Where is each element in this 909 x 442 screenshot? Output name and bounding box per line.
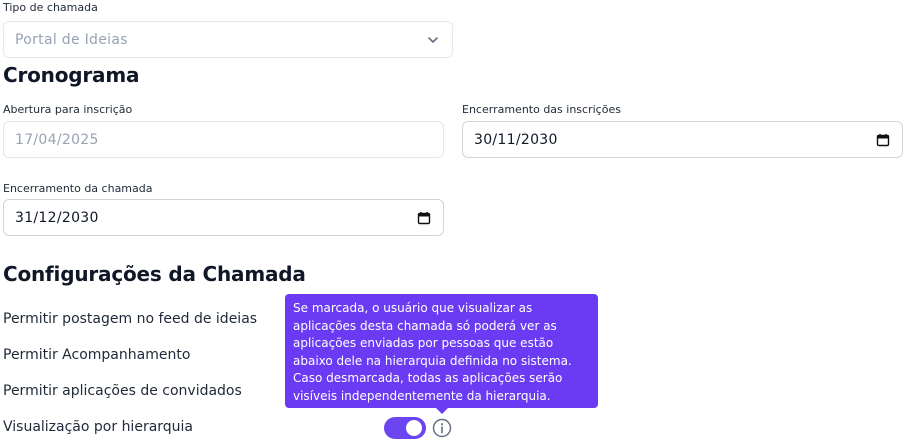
tipo-chamada-select[interactable]: Portal de Ideias (3, 21, 453, 58)
abertura-date-input[interactable]: 17/04/2025 (3, 121, 444, 158)
info-icon[interactable] (432, 418, 452, 438)
encerramento-inscricoes-label: Encerramento das inscrições (462, 103, 621, 116)
setting-feed-ideias-label: Permitir postagem no feed de ideias (3, 311, 258, 327)
setting-acompanhamento-label: Permitir Acompanhamento (3, 347, 191, 363)
encerramento-chamada-label: Encerramento da chamada (3, 182, 153, 195)
configuracoes-title: Configurações da Chamada (3, 262, 306, 286)
tooltip-text: Se marcada, o usuário que visualizar as … (293, 301, 572, 403)
encerramento-chamada-date-input[interactable]: 31/12/2030 (3, 199, 444, 236)
setting-hierarquia-label: Visualização por hierarquia (3, 419, 194, 435)
chevron-down-icon (425, 32, 441, 48)
encerramento-inscricoes-value: 30/11/2030 (474, 131, 558, 148)
hierarquia-tooltip: Se marcada, o usuário que visualizar as … (285, 294, 598, 414)
encerramento-chamada-value: 31/12/2030 (15, 209, 99, 226)
hierarquia-toggle[interactable] (384, 417, 426, 439)
tipo-chamada-value: Portal de Ideias (15, 31, 128, 48)
tipo-chamada-label: Tipo de chamada (3, 1, 98, 14)
encerramento-inscricoes-date-input[interactable]: 30/11/2030 (462, 121, 903, 158)
tooltip-arrow (436, 408, 448, 414)
cronograma-title: Cronograma (3, 63, 140, 87)
abertura-label: Abertura para inscrição (3, 103, 133, 116)
calendar-icon[interactable] (416, 210, 432, 226)
setting-convidados-label: Permitir aplicações de convidados (3, 383, 242, 399)
calendar-icon[interactable] (875, 132, 891, 148)
abertura-value: 17/04/2025 (15, 131, 99, 148)
toggle-knob (406, 420, 422, 436)
